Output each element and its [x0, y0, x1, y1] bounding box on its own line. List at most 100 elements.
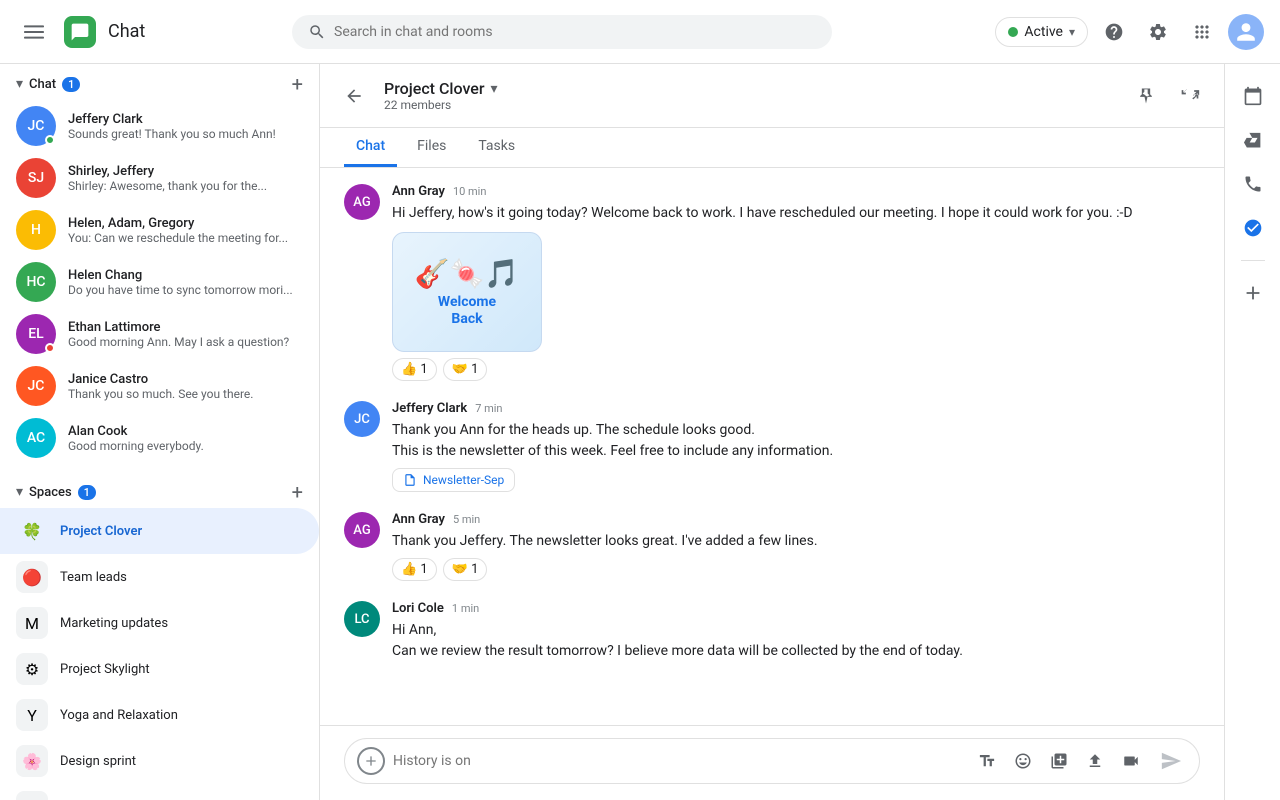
tab-tasks[interactable]: Tasks — [466, 128, 527, 167]
chat-add-button[interactable]: + — [292, 72, 303, 96]
meet-panel-button[interactable] — [1233, 164, 1273, 204]
tasks-panel-button[interactable] — [1233, 208, 1273, 248]
input-area — [320, 725, 1224, 800]
message-row-msg2: JC Jeffery Clark 7 min Thank you Ann for… — [344, 401, 1200, 492]
spaces-add-button[interactable]: + — [292, 480, 303, 504]
spaces-list: 🍀 Project Clover 🔴 Team leads M Marketin… — [0, 508, 319, 800]
space-name: Project Clover — [60, 524, 142, 539]
space-item-yoga-relaxation[interactable]: Y Yoga and Relaxation — [0, 692, 319, 738]
drive-panel-button[interactable] — [1233, 120, 1273, 160]
apps-button[interactable] — [1184, 14, 1220, 50]
pin-button[interactable] — [1128, 78, 1164, 114]
message-sender: Ann Gray — [392, 512, 445, 527]
video-button[interactable] — [1115, 745, 1147, 777]
reaction-button[interactable]: 🤝 1 — [443, 358, 488, 381]
room-name-chevron[interactable]: ▾ — [491, 81, 498, 97]
avatar: AC — [16, 418, 56, 458]
chat-name: Helen Chang — [68, 268, 303, 283]
emoji-button[interactable] — [1007, 745, 1039, 777]
message-time: 10 min — [453, 185, 487, 198]
upload-button[interactable] — [1079, 745, 1111, 777]
chat-section-label: Chat — [29, 77, 56, 92]
message-text: Thank you Ann for the heads up. The sche… — [392, 420, 1200, 462]
status-label: Active — [1024, 24, 1063, 40]
chat-preview: Good morning everybody. — [68, 439, 303, 453]
space-name: Team leads — [60, 570, 127, 585]
hamburger-button[interactable] — [16, 14, 52, 50]
chat-item-helen-adam[interactable]: H Helen, Adam, Gregory You: Can we resch… — [0, 204, 319, 256]
chat-name: Janice Castro — [68, 372, 303, 387]
tab-chat[interactable]: Chat — [344, 128, 397, 167]
add-app-button[interactable] — [1233, 273, 1273, 313]
chat-info: Jeffery Clark Sounds great! Thank you so… — [68, 112, 303, 141]
message-text: Thank you Jeffery. The newsletter looks … — [392, 531, 1200, 552]
giphy-button[interactable] — [1043, 745, 1075, 777]
search-input[interactable] — [334, 24, 816, 40]
chat-item-janice[interactable]: JC Janice Castro Thank you so much. See … — [0, 360, 319, 412]
spaces-section-label: Spaces — [29, 485, 72, 500]
message-content: Ann Gray 5 min Thank you Jeffery. The ne… — [392, 512, 1200, 581]
space-item-marketing-updates[interactable]: M Marketing updates — [0, 600, 319, 646]
status-pill[interactable]: Active ▾ — [995, 17, 1088, 47]
message-sender: Lori Cole — [392, 601, 444, 616]
chat-item-helen-chang[interactable]: HC Helen Chang Do you have time to sync … — [0, 256, 319, 308]
help-button[interactable] — [1096, 14, 1132, 50]
status-chevron: ▾ — [1069, 25, 1075, 39]
calendar-panel-button[interactable] — [1233, 76, 1273, 116]
space-item-project-clover[interactable]: 🍀 Project Clover — [0, 508, 319, 554]
chat-preview: Good morning Ann. May I ask a question? — [68, 335, 303, 349]
space-item-project-skylight[interactable]: ⚙ Project Skylight — [0, 646, 319, 692]
spaces-collapse-icon: ▾ — [16, 484, 23, 500]
format-text-button[interactable] — [971, 745, 1003, 777]
message-input-container — [344, 738, 1200, 784]
message-content: Jeffery Clark 7 min Thank you Ann for th… — [392, 401, 1200, 492]
reaction-button[interactable]: 👍 1 — [392, 358, 437, 381]
chat-info: Janice Castro Thank you so much. See you… — [68, 372, 303, 401]
message-row-msg1: AG Ann Gray 10 min Hi Jeffery, how's it … — [344, 184, 1200, 381]
chat-name: Shirley, Jeffery — [68, 164, 303, 179]
chat-preview: Thank you so much. See you there. — [68, 387, 303, 401]
avatar: SJ — [16, 158, 56, 198]
reaction-button[interactable]: 👍 1 — [392, 558, 437, 581]
chat-item-alan[interactable]: AC Alan Cook Good morning everybody. — [0, 412, 319, 464]
app-title: Chat — [108, 21, 145, 42]
chat-preview: You: Can we reschedule the meeting for..… — [68, 231, 303, 245]
spaces-section-header[interactable]: ▾ Spaces 1 + — [0, 472, 319, 508]
message-avatar: AG — [344, 512, 380, 548]
avatar: EL — [16, 314, 56, 354]
space-icon: U — [16, 791, 48, 800]
space-item-ux-prototype[interactable]: U UX prototype — [0, 784, 319, 800]
chat-info: Ethan Lattimore Good morning Ann. May I … — [68, 320, 303, 349]
chat-item-shirley[interactable]: SJ Shirley, Jeffery Shirley: Awesome, th… — [0, 152, 319, 204]
attach-button[interactable] — [357, 747, 385, 775]
user-avatar[interactable] — [1228, 14, 1264, 50]
back-button[interactable] — [336, 78, 372, 114]
space-icon: ⚙ — [16, 653, 48, 685]
right-panel — [1224, 64, 1280, 800]
chat-preview: Sounds great! Thank you so much Ann! — [68, 127, 303, 141]
chat-item-ethan[interactable]: EL Ethan Lattimore Good morning Ann. May… — [0, 308, 319, 360]
message-input[interactable] — [393, 753, 963, 769]
space-name: Project Skylight — [60, 662, 150, 677]
message-content: Lori Cole 1 min Hi Ann,Can we review the… — [392, 601, 1200, 662]
send-button[interactable] — [1155, 745, 1187, 777]
chat-info: Helen Chang Do you have time to sync tom… — [68, 268, 303, 297]
chat-section-header[interactable]: ▾ Chat 1 + — [0, 64, 319, 100]
body-area: ▾ Chat 1 + JC Jeffery Clark Sounds great… — [0, 64, 1280, 800]
room-actions — [1128, 78, 1208, 114]
space-item-design-sprint[interactable]: 🌸 Design sprint — [0, 738, 319, 784]
message-sender: Jeffery Clark — [392, 401, 467, 416]
spaces-badge: 1 — [78, 485, 96, 500]
top-strip: Chat Active ▾ — [0, 0, 1280, 64]
attachment-chip[interactable]: Newsletter-Sep — [392, 468, 515, 492]
resize-button[interactable] — [1172, 78, 1208, 114]
reaction-button[interactable]: 🤝 1 — [443, 558, 488, 581]
settings-button[interactable] — [1140, 14, 1176, 50]
chat-item-jeffery[interactable]: JC Jeffery Clark Sounds great! Thank you… — [0, 100, 319, 152]
chat-name: Helen, Adam, Gregory — [68, 216, 303, 231]
chat-badge: 1 — [62, 77, 80, 92]
chat-name: Jeffery Clark — [68, 112, 303, 127]
space-icon: Y — [16, 699, 48, 731]
tab-files[interactable]: Files — [405, 128, 458, 167]
space-item-team-leads[interactable]: 🔴 Team leads — [0, 554, 319, 600]
